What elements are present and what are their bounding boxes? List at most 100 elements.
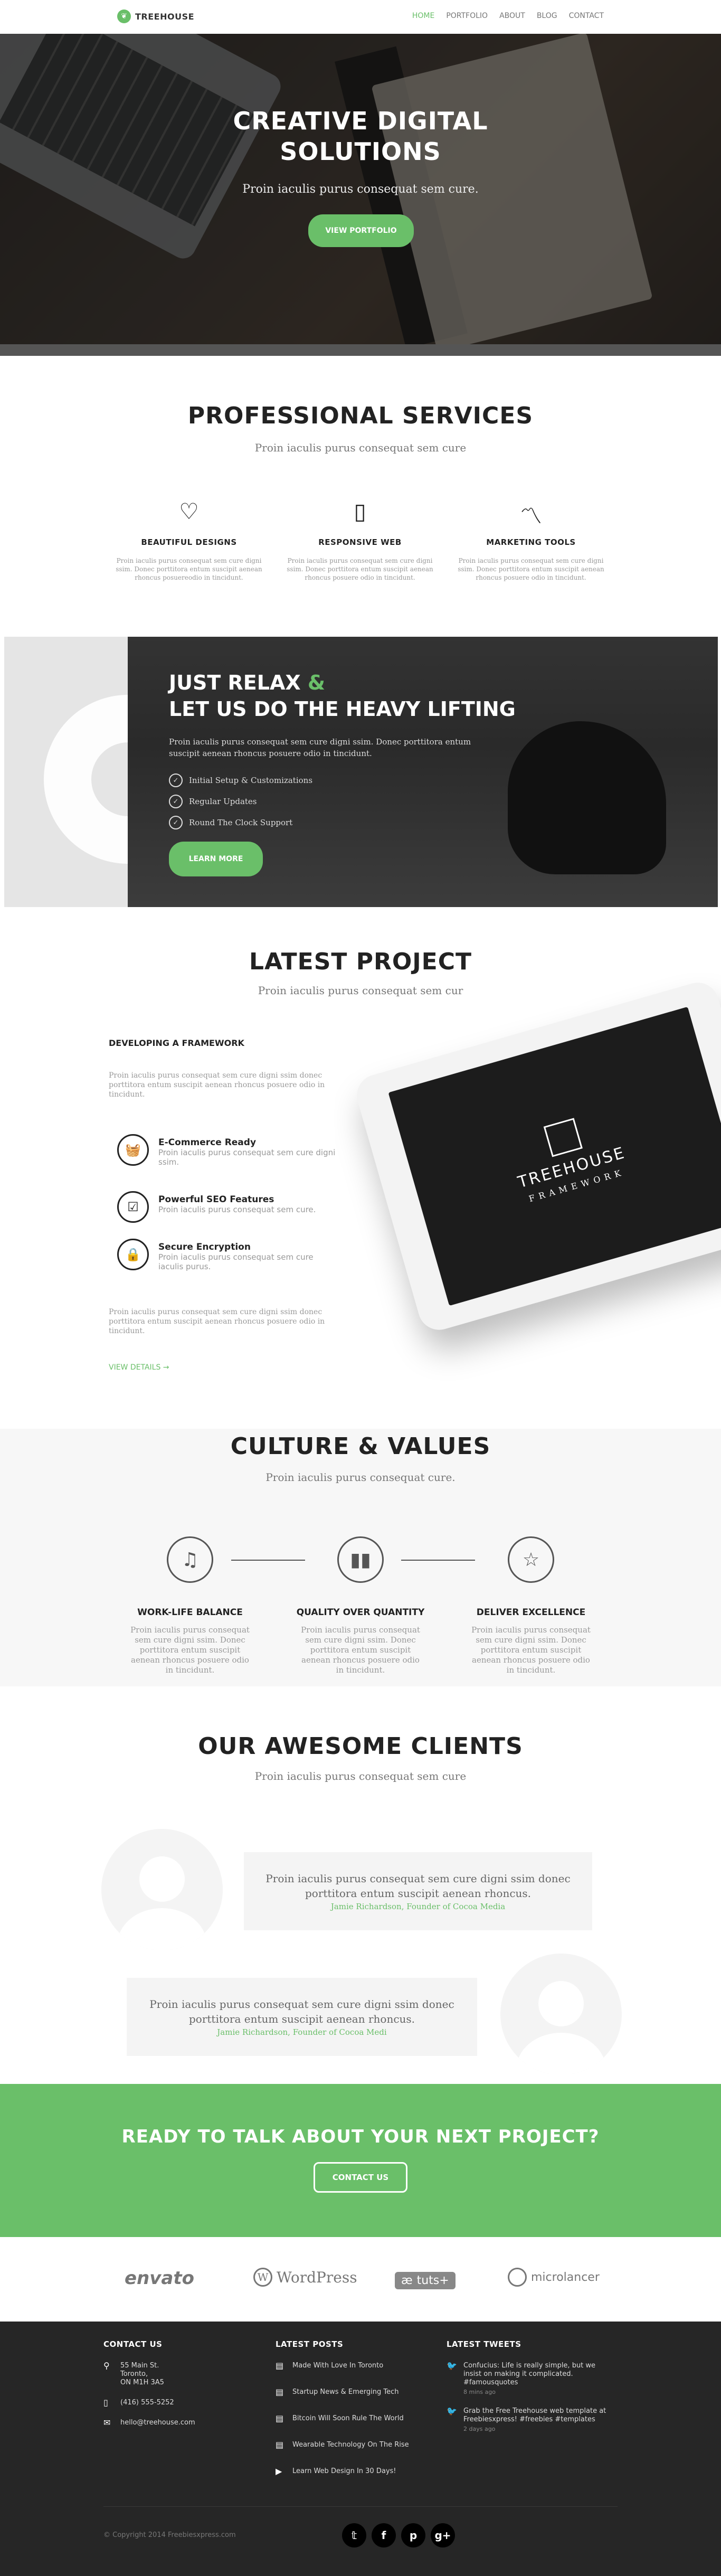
hero-title: CREATIVE DIGITAL SOLUTIONS — [233, 107, 488, 166]
rock-image — [508, 721, 666, 874]
post-link[interactable]: ▤ Wearable Technology On The Rise — [276, 2441, 434, 2449]
nav-home[interactable]: HOME — [412, 12, 434, 20]
culture-title: CULTURE & VALUES — [230, 1433, 491, 1460]
footer: CONTACT US ⚲ 55 Main St. Toronto, ON M1H 3A… — [0, 2322, 721, 2576]
checkbox-icon: ☑ — [117, 1191, 149, 1223]
feature-title: E-Commerce Ready — [158, 1137, 257, 1148]
tuts-icon: æ — [401, 2274, 413, 2287]
feature-text: Proin iaculis purus consequat sem cure i… — [158, 1252, 314, 1271]
newspaper-icon: ▤ — [276, 2413, 284, 2423]
google-plus-icon[interactable]: g+ — [431, 2523, 455, 2547]
email[interactable]: ✉ hello@treehouse.com — [103, 2419, 251, 2427]
nav-portfolio[interactable]: PORTFOLIO — [446, 12, 488, 20]
tablet-mockup: TREEHOUSE FRAMEWORK — [352, 977, 721, 1335]
leaf-icon: ❦ — [117, 10, 131, 23]
service-title: MARKETING TOOLS — [486, 537, 576, 547]
project-heading: DEVELOPING A FRAMEWORK — [109, 1038, 244, 1048]
value-text: Proin iaculis purus consequat sem cure d… — [130, 1625, 250, 1675]
feature-text: Proin iaculis purus consequat sem cure d… — [158, 1148, 336, 1167]
map-pin-icon: ⚲ — [103, 2361, 110, 2371]
project-intro: Proin iaculis purus consequat sem cure d… — [109, 1071, 325, 1099]
tweet: 🐦 Confucius: Life is really simple, but w… — [447, 2361, 596, 2396]
phone: ▯ (416) 555-5252 — [103, 2398, 174, 2408]
learn-more-button[interactable]: LEARN MORE — [169, 842, 263, 876]
phone-icon: ▯ — [103, 2398, 108, 2408]
envelope-icon: ✉ — [103, 2418, 111, 2428]
lock-icon: 🔒 — [117, 1239, 149, 1270]
feature-ecommerce: 🧺 E-Commerce Ready Proin iaculis purus co… — [117, 1134, 339, 1167]
check-icon: ✓ — [169, 773, 183, 787]
logo-envato[interactable]: envato — [125, 2268, 194, 2289]
logo-tuts[interactable]: æ tuts+ — [395, 2272, 456, 2289]
pinterest-icon[interactable]: p — [401, 2523, 425, 2547]
services-title: PROFESSIONAL SERVICES — [187, 402, 534, 429]
value-excellence: ☆ DELIVER EXCELLENCE Proin iaculis purus… — [452, 1536, 610, 1675]
service-text: Proin iaculis purus consequat sem cure d… — [287, 557, 433, 581]
services-subtitle: Proin iaculis purus consequat sem cure — [254, 441, 467, 454]
top-navbar: ❦ TREEHOUSE HOME PORTFOLIO ABOUT BLOG CO… — [0, 0, 721, 34]
view-details-link[interactable]: VIEW DETAILS → — [109, 1363, 169, 1372]
post-link[interactable]: ▤ Made With Love In Toronto — [276, 2362, 434, 2370]
project-title: LATEST PROJECT — [249, 948, 472, 975]
logo[interactable]: ❦ TREEHOUSE — [117, 8, 194, 24]
feature-title: Secure Encryption — [158, 1242, 251, 1252]
logo-microlancer[interactable]: microlancer — [508, 2268, 600, 2287]
testimonial-quote: Proin iaculis purus consequat sem cure d… — [265, 1872, 571, 1900]
basket-icon: 🧺 — [117, 1134, 149, 1166]
value-title: WORK-LIFE BALANCE — [137, 1607, 243, 1618]
culture-subtitle: Proin iaculis purus consequat cure. — [265, 1471, 456, 1484]
nav-blog[interactable]: BLOG — [537, 12, 557, 20]
testimonial-quote: Proin iaculis purus consequat sem cure d… — [149, 1998, 454, 2025]
service-beautiful-designs: ♡ BEAUTIFUL DESIGNS Proin iaculis purus … — [110, 498, 268, 582]
heart-icon: ♡ — [179, 498, 199, 524]
check-icon: ✓ — [169, 816, 183, 829]
footer-divider — [103, 2506, 618, 2507]
music-note-icon: ♫ — [167, 1536, 213, 1583]
nav-about[interactable]: ABOUT — [499, 12, 525, 20]
facebook-icon[interactable]: f — [372, 2523, 396, 2547]
service-title: BEAUTIFUL DESIGNS — [141, 537, 237, 547]
microlancer-icon — [508, 2268, 527, 2287]
service-text: Proin iaculis purus consequat sem cure d… — [116, 557, 262, 581]
twitter-icon[interactable]: 𝕥 — [342, 2523, 366, 2547]
footer-heading: LATEST POSTS — [276, 2339, 344, 2349]
relax-section: JUST RELAX & LET US DO THE HEAVY LIFTING … — [0, 637, 721, 907]
list-item: ✓ Regular Updates — [169, 791, 312, 812]
gear-panel — [4, 637, 128, 907]
service-text: Proin iaculis purus consequat sem cure d… — [458, 557, 604, 581]
nav-contact[interactable]: CONTACT — [569, 12, 604, 20]
value-quality: ▮▮ QUALITY OVER QUANTITY Proin iaculis p… — [281, 1536, 440, 1675]
feature-encryption: 🔒 Secure Encryption Proin iaculis purus c… — [117, 1239, 339, 1271]
tablet-screen: TREEHOUSE FRAMEWORK — [388, 1006, 721, 1306]
main-menu: HOME PORTFOLIO ABOUT BLOG CONTACT — [412, 12, 604, 20]
play-icon: ▶ — [276, 2466, 282, 2476]
logo-text: TREEHOUSE — [135, 11, 195, 22]
gear-icon — [44, 695, 128, 864]
check-icon: ✓ — [169, 795, 183, 808]
footer-tweets: LATEST TWEETS 🐦 Confucius: Life is really… — [447, 2339, 615, 2445]
avatar — [500, 1954, 622, 2075]
list-item: ✓ Round The Clock Support — [169, 812, 312, 833]
contact-us-button[interactable]: CONTACT US — [314, 2162, 407, 2193]
value-title: QUALITY OVER QUANTITY — [296, 1607, 425, 1618]
avatar — [101, 1829, 223, 1950]
footer-contact: CONTACT US ⚲ 55 Main St. Toronto, ON M1H 3A… — [103, 2339, 251, 2439]
partner-logos: envato W WordPress æ tuts+ microlancer — [0, 2237, 721, 2322]
post-link[interactable]: ▤ Bitcoin Will Soon Rule The World — [276, 2414, 434, 2423]
view-portfolio-button[interactable]: VIEW PORTFOLIO — [308, 214, 414, 247]
service-marketing-tools: 〽 MARKETING TOOLS Proin iaculis purus co… — [452, 498, 610, 582]
logo-wordpress[interactable]: W WordPress — [253, 2268, 357, 2287]
post-link[interactable]: ▶ Learn Web Design In 30 Days! — [276, 2467, 434, 2476]
hero-bottom-strip — [0, 344, 721, 356]
post-link[interactable]: ▤ Startup News & Emerging Tech — [276, 2388, 434, 2396]
star-icon: ☆ — [508, 1536, 554, 1583]
address: ⚲ 55 Main St. Toronto, ON M1H 3A5 — [103, 2361, 164, 2387]
logo-box-icon — [543, 1118, 583, 1157]
twitter-bird-icon: 🐦 — [447, 2361, 457, 2371]
service-responsive-web: ▯ RESPONSIVE WEB Proin iaculis purus con… — [281, 498, 439, 582]
cta-section: READY TO TALK ABOUT YOUR NEXT PROJECT? C… — [0, 2084, 721, 2237]
clients-subtitle: Proin iaculis purus consequat sem cure — [254, 1770, 467, 1782]
testimonial-1: Proin iaculis purus consequat sem cure d… — [244, 1852, 592, 1930]
feature-title: Powerful SEO Features — [158, 1194, 274, 1205]
value-work-life: ♫ WORK-LIFE BALANCE Proin iaculis purus … — [111, 1536, 269, 1675]
